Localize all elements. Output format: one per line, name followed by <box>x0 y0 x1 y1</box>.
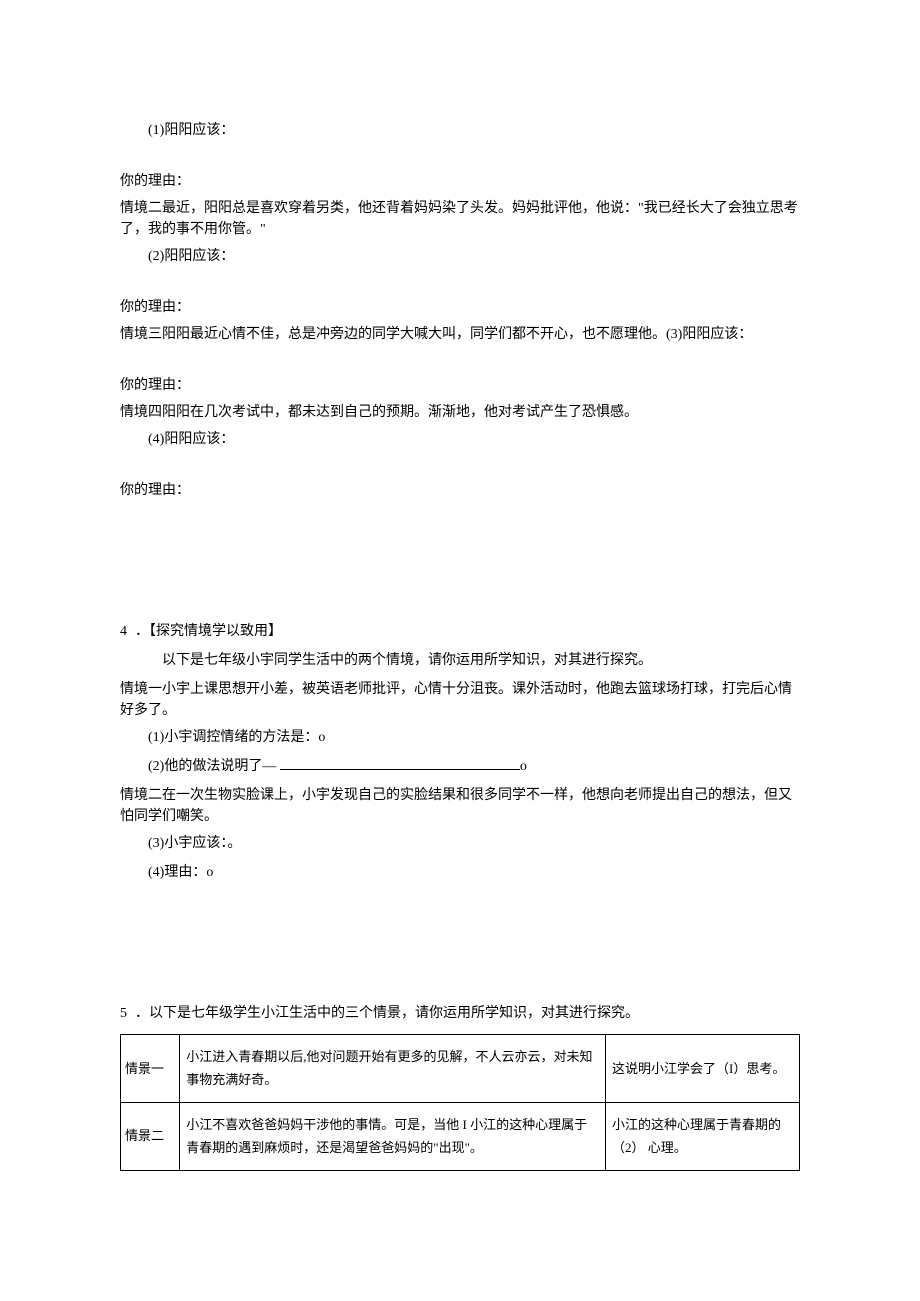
question-5-block: 5 ．以下是七年级学生小江生活中的三个情景，请你运用所学知识，对其进行探究。 情景… <box>120 1003 800 1171</box>
q4-sub2-prefix: (2)他的做法说明了— <box>148 759 280 774</box>
q4-scenario2: 情境二在一次生物实脸课上，小宇发现自己的实脸结果和很多同学不一样，他想向老师提出… <box>120 785 800 827</box>
q3-scenario2: 情境二最近，阳阳总是喜欢穿着另类，他还背着妈妈染了头发。妈妈批评他，他说："我已… <box>120 198 800 240</box>
q5-row1-desc: 小江进入青春期以后,他对问题开始有更多的见解，不人云亦云，对未知事物充满好奇。 <box>180 1035 606 1103</box>
table-row: 情景一 小江进入青春期以后,他对问题开始有更多的见解，不人云亦云，对未知事物充满… <box>121 1035 800 1103</box>
question-4-block: 4 ．【探究情境学以致用】 以下是七年级小宇同学生活中的两个情境，请你运用所学知识… <box>120 621 800 883</box>
q5-intro-text: ．以下是七年级学生小江生活中的三个情景，请你运用所学知识，对其进行探究。 <box>135 1006 639 1021</box>
q3-item3-reason-label: 你的理由： <box>120 375 800 396</box>
q4-sub1: (1)小宇调控情绪的方法是：o <box>120 727 800 748</box>
q5-row1-label: 情景一 <box>121 1035 180 1103</box>
q5-row1-conclusion: 这说明小江学会了（I）思考。 <box>605 1035 799 1103</box>
q3-item1-reason-label: 你的理由： <box>120 171 800 192</box>
q5-number: 5 <box>120 1003 127 1024</box>
table-row: 情景二 小江不喜欢爸爸妈妈干涉他的事情。可是，当他 I 小江的这种心理属于青春期… <box>121 1102 800 1170</box>
q4-sub4: (4)理由：o <box>120 862 800 883</box>
blank-fill-line[interactable] <box>280 756 520 770</box>
q3-item2-reason-label: 你的理由： <box>120 297 800 318</box>
q5-row2-conclusion: 小江的这种心理属于青春期的（2） 心理。 <box>605 1102 799 1170</box>
q3-item4-reason-label: 你的理由： <box>120 480 800 501</box>
q3-item2-prompt: (2)阳阳应该： <box>120 246 800 267</box>
q5-table: 情景一 小江进入青春期以后,他对问题开始有更多的见解，不人云亦云，对未知事物充满… <box>120 1034 800 1171</box>
q4-scenario1: 情境一小宇上课思想开小差，被英语老师批评，心情十分沮丧。课外活动时，他跑去篮球场… <box>120 679 800 721</box>
q5-row2-desc: 小江不喜欢爸爸妈妈干涉他的事情。可是，当他 I 小江的这种心理属于青春期的遇到麻… <box>180 1102 606 1170</box>
q4-sub2: (2)他的做法说明了— o <box>120 756 800 777</box>
q3-item1-prompt: (1)阳阳应该： <box>120 120 800 141</box>
q3-scenario4: 情境四阳阳在几次考试中，都未达到自己的预期。渐渐地，他对考试产生了恐惧感。 <box>120 402 800 423</box>
q4-sub2-suffix: o <box>520 759 527 774</box>
q4-title: ．【探究情境学以致用】 <box>135 624 282 639</box>
q4-sub3: (3)小宇应该：。 <box>120 833 800 854</box>
q4-number: 4 <box>120 621 127 642</box>
q5-row2-label: 情景二 <box>121 1102 180 1170</box>
q4-intro: 以下是七年级小宇同学生活中的两个情境，请你运用所学知识，对其进行探究。 <box>120 650 800 671</box>
q5-heading: 5 ．以下是七年级学生小江生活中的三个情景，请你运用所学知识，对其进行探究。 <box>120 1003 800 1024</box>
q3-item4-prompt: (4)阳阳应该： <box>120 429 800 450</box>
q3-scenario3: 情境三阳阳最近心情不佳，总是冲旁边的同学大喊大叫，同学们都不开心，也不愿理他。(… <box>120 324 800 345</box>
q4-heading: 4 ．【探究情境学以致用】 <box>120 621 800 642</box>
question-3-block: (1)阳阳应该： 你的理由： 情境二最近，阳阳总是喜欢穿着另类，他还背着妈妈染了… <box>120 120 800 501</box>
